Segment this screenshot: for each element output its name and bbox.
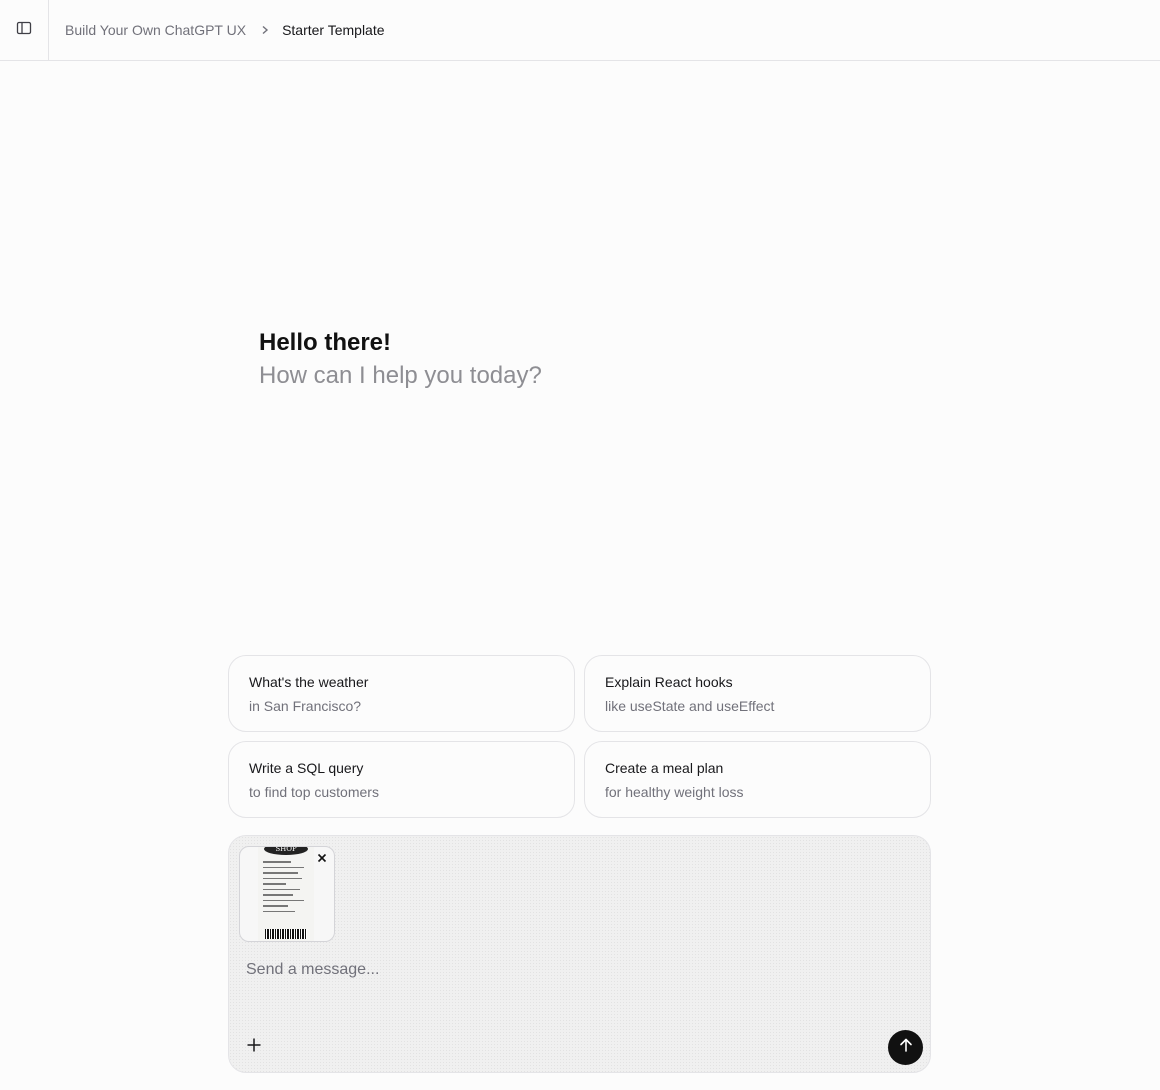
chevron-right-icon bbox=[260, 25, 270, 35]
suggestion-weather[interactable]: What's the weather in San Francisco? bbox=[228, 655, 575, 732]
suggestion-title: Explain React hooks bbox=[605, 674, 733, 690]
suggestion-meal-plan[interactable]: Create a meal plan for healthy weight lo… bbox=[584, 741, 931, 818]
arrow-up-icon bbox=[898, 1037, 914, 1058]
barcode bbox=[265, 929, 307, 939]
breadcrumb: Build Your Own ChatGPT UX Starter Templa… bbox=[65, 22, 385, 38]
greeting: Hello there! How can I help you today? bbox=[259, 328, 542, 393]
message-input[interactable] bbox=[246, 961, 906, 979]
receipt-image: SHOP bbox=[258, 847, 314, 941]
sidebar-icon bbox=[16, 20, 32, 41]
sidebar-toggle-button[interactable] bbox=[0, 0, 49, 60]
receipt-shop-label: SHOP bbox=[264, 847, 308, 855]
add-attachment-button[interactable] bbox=[242, 1035, 266, 1059]
suggestion-sql-query[interactable]: Write a SQL query to find top customers bbox=[228, 741, 575, 818]
send-button[interactable] bbox=[888, 1030, 923, 1065]
suggestion-title: Write a SQL query bbox=[249, 760, 364, 776]
plus-icon bbox=[246, 1037, 262, 1058]
header: Build Your Own ChatGPT UX Starter Templa… bbox=[0, 0, 1160, 61]
suggestion-subtitle: to find top customers bbox=[249, 784, 379, 800]
suggested-actions: What's the weather in San Francisco? Exp… bbox=[228, 655, 931, 818]
remove-attachment-button[interactable] bbox=[314, 851, 330, 867]
suggestion-react-hooks[interactable]: Explain React hooks like useState and us… bbox=[584, 655, 931, 732]
suggestion-subtitle: for healthy weight loss bbox=[605, 784, 744, 800]
suggestion-subtitle: in San Francisco? bbox=[249, 698, 362, 714]
attachment-preview[interactable]: SHOP bbox=[239, 846, 335, 942]
breadcrumb-parent-link[interactable]: Build Your Own ChatGPT UX bbox=[65, 22, 246, 38]
message-composer: SHOP bbox=[228, 835, 931, 1073]
greeting-title: Hello there! bbox=[259, 329, 392, 356]
greeting-subtitle: How can I help you today? bbox=[259, 362, 542, 389]
suggestion-subtitle: like useState and useEffect bbox=[605, 698, 775, 714]
suggestion-title: Create a meal plan bbox=[605, 760, 724, 776]
close-icon bbox=[317, 850, 327, 868]
suggestion-title: What's the weather bbox=[249, 674, 369, 690]
breadcrumb-current: Starter Template bbox=[282, 22, 385, 38]
